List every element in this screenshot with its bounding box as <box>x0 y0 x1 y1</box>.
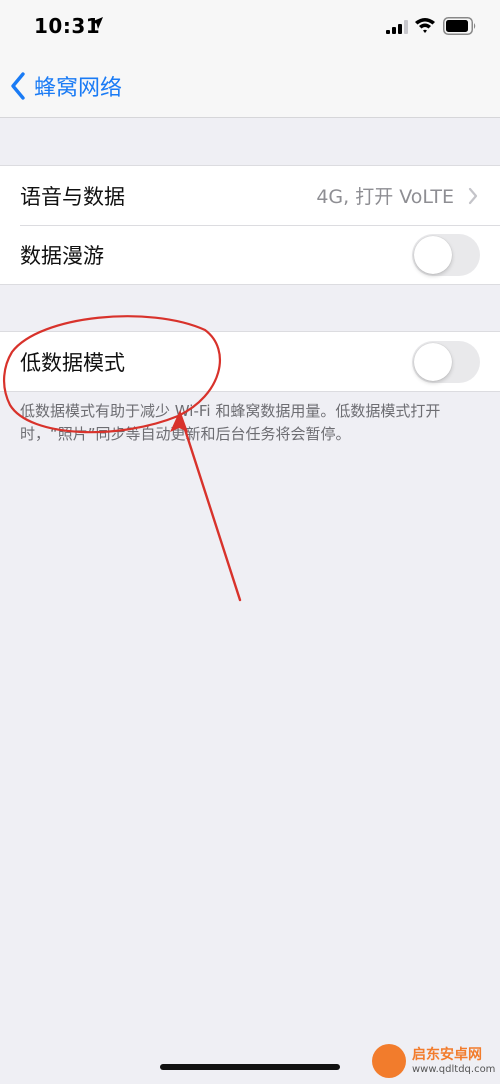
low-data-mode-group: 低数据模式 <box>0 331 500 392</box>
chevron-right-icon <box>468 187 478 204</box>
low-data-mode-label: 低数据模式 <box>20 350 125 375</box>
cellular-data-group: 语音与数据 4G, 打开 VoLTE 数据漫游 <box>0 165 500 285</box>
toggle-knob <box>414 235 452 274</box>
nav-bar: 蜂窝网络 <box>0 54 500 118</box>
back-label: 蜂窝网络 <box>34 76 123 101</box>
watermark-url: www.qdltdq.com <box>412 1064 496 1075</box>
data-roaming-label: 数据漫游 <box>20 243 104 268</box>
chevron-left-icon <box>11 72 25 100</box>
voice-and-data-label: 语音与数据 <box>20 184 125 209</box>
voice-and-data-value: 4G, 打开 VoLTE <box>316 186 454 208</box>
voice-and-data-row[interactable]: 语音与数据 4G, 打开 VoLTE <box>0 166 500 225</box>
watermark-title: 启东安卓网 <box>412 1047 482 1063</box>
low-data-mode-toggle[interactable] <box>412 340 480 383</box>
cellular-signal-icon <box>386 20 408 34</box>
annotation-overlay <box>3 315 242 602</box>
watermark-logo-icon <box>372 1044 406 1078</box>
low-data-mode-footer-note: 低数据模式有助于减少 Wi-Fi 和蜂窝数据用量。低数据模式打开时，“照片”同步… <box>20 402 441 443</box>
home-indicator <box>160 1064 340 1070</box>
low-data-mode-row: 低数据模式 <box>0 332 500 391</box>
battery-icon <box>443 17 476 35</box>
settings-screen: 10:31 蜂窝网络 语音与数据 4G, 打开 VoLTE 数据漫游 低数据模式… <box>0 0 500 1084</box>
back-button[interactable]: 蜂窝网络 <box>10 68 122 104</box>
toggle-knob <box>414 342 452 381</box>
wifi-icon <box>415 18 435 33</box>
status-bar: 10:31 <box>0 0 500 54</box>
location-arrow-icon <box>91 17 103 29</box>
data-roaming-row: 数据漫游 <box>0 225 500 284</box>
watermark: 启东安卓网 www.qdltdq.com <box>372 1040 496 1082</box>
data-roaming-toggle[interactable] <box>412 233 480 276</box>
